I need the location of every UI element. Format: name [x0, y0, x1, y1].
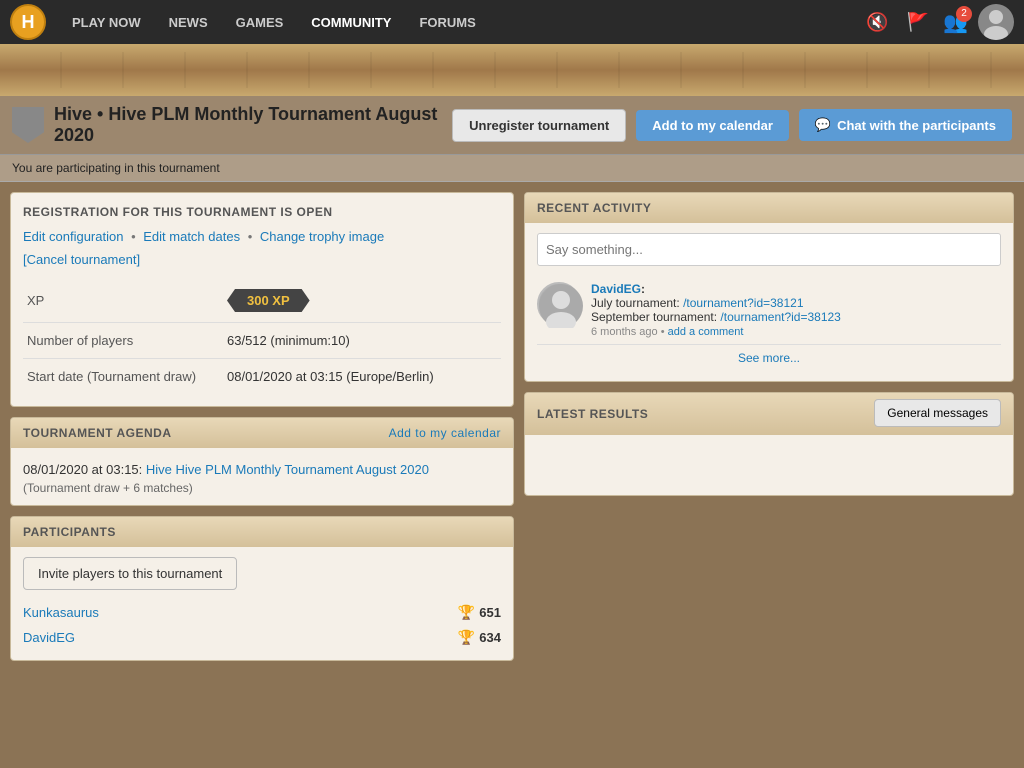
recent-activity-panel: RECENT ACTIVITY DavidEG: — [524, 192, 1014, 382]
activity-line1-text: July tournament: — [591, 296, 680, 310]
nav-forums[interactable]: FORUMS — [405, 0, 489, 44]
separator-dot-1: • — [131, 229, 139, 244]
activity-separator: • — [661, 326, 665, 338]
activity-tournament-link-1[interactable]: /tournament?id=38121 — [683, 296, 803, 310]
participants-body: Invite players to this tournament Kunkas… — [11, 547, 513, 660]
badge-count: 2 — [956, 6, 972, 22]
activity-time: 6 months ago — [591, 326, 658, 338]
xp-value-davideg: 634 — [479, 630, 501, 645]
nav-games[interactable]: GAMES — [222, 0, 298, 44]
chat-participants-button[interactable]: 💬 Chat with the participants — [799, 109, 1012, 141]
edit-configuration-link[interactable]: Edit configuration — [23, 229, 123, 244]
notifications-badge[interactable]: 👥 2 — [943, 10, 968, 35]
chat-icon: 💬 — [815, 117, 831, 133]
xp-badge: 300 XP — [227, 289, 310, 312]
xp-trophy-icon-1: 🏆 — [458, 604, 475, 621]
participant-davideg[interactable]: DavidEG — [23, 630, 75, 645]
main-content: REGISTRATION FOR THIS TOURNAMENT IS OPEN… — [0, 182, 1024, 671]
recent-activity-title: RECENT ACTIVITY — [537, 201, 651, 215]
agenda-event: 08/01/2020 at 03:15: Hive Hive PLM Month… — [23, 458, 501, 481]
agenda-body: 08/01/2020 at 03:15: Hive Hive PLM Month… — [11, 448, 513, 505]
change-trophy-link[interactable]: Change trophy image — [260, 229, 384, 244]
invite-players-button[interactable]: Invite players to this tournament — [23, 557, 237, 590]
agenda-panel: TOURNAMENT AGENDA Add to my calendar 08/… — [10, 417, 514, 506]
xp-label: XP — [23, 279, 223, 323]
edit-match-dates-link[interactable]: Edit match dates — [143, 229, 240, 244]
nav-community[interactable]: COMMUNITY — [297, 0, 405, 44]
activity-text-block: DavidEG: July tournament: /tournament?id… — [591, 282, 1001, 338]
participants-list: Kunkasaurus 🏆 651 DavidEG 🏆 634 — [23, 600, 501, 650]
add-comment-link[interactable]: add a comment — [668, 326, 744, 338]
xp-value-kunkasaurus: 651 — [479, 605, 501, 620]
left-column: REGISTRATION FOR THIS TOURNAMENT IS OPEN… — [10, 192, 514, 661]
xp-row: XP 300 XP — [23, 279, 501, 323]
right-column: RECENT ACTIVITY DavidEG: — [524, 192, 1014, 661]
activity-user-avatar — [537, 282, 581, 326]
see-more-link[interactable]: See more... — [537, 344, 1001, 371]
activity-line2-text: September tournament: — [591, 310, 717, 324]
recent-activity-body: DavidEG: July tournament: /tournament?id… — [525, 223, 1013, 381]
tournament-info-table: XP 300 XP Number of players 63/512 (mini… — [23, 279, 501, 394]
participant-xp-davideg: 🏆 634 — [458, 629, 501, 646]
activity-tournament-link-2[interactable]: /tournament?id=38123 — [720, 310, 840, 324]
recent-activity-header: RECENT ACTIVITY — [525, 193, 1013, 223]
agenda-event-sub: (Tournament draw + 6 matches) — [23, 481, 501, 495]
say-something-input[interactable] — [537, 233, 1001, 266]
start-date-row: Start date (Tournament draw) 08/01/2020 … — [23, 359, 501, 395]
general-messages-button[interactable]: General messages — [874, 399, 1001, 427]
agenda-event-time: 08/01/2020 at 03:15: — [23, 462, 142, 477]
svg-text:H: H — [22, 12, 35, 32]
activity-username: DavidEG: — [591, 282, 645, 296]
nav-play-now[interactable]: PLAY NOW — [58, 0, 155, 44]
participation-status: You are participating in this tournament — [0, 155, 1024, 182]
agenda-add-calendar-link[interactable]: Add to my calendar — [389, 426, 501, 440]
latest-results-body — [525, 435, 1013, 495]
latest-results-panel: LATEST RESULTS General messages — [524, 392, 1014, 496]
mute-button[interactable]: 🔇 — [862, 8, 892, 37]
participants-panel: PARTICIPANTS Invite players to this tour… — [10, 516, 514, 661]
participant-row: Kunkasaurus 🏆 651 — [23, 600, 501, 625]
tournament-shield-icon — [12, 107, 44, 143]
start-date-value: 08/01/2020 at 03:15 (Europe/Berlin) — [223, 359, 501, 395]
activity-item: DavidEG: July tournament: /tournament?id… — [537, 276, 1001, 344]
participant-kunkasaurus[interactable]: Kunkasaurus — [23, 605, 99, 620]
add-calendar-header-button[interactable]: Add to my calendar — [636, 110, 789, 141]
tournament-header: Hive • Hive PLM Monthly Tournament Augus… — [0, 96, 1024, 155]
start-date-label: Start date (Tournament draw) — [23, 359, 223, 395]
players-label: Number of players — [23, 323, 223, 359]
unregister-button[interactable]: Unregister tournament — [452, 109, 626, 142]
separator-dot-2: • — [248, 229, 256, 244]
latest-results-header: LATEST RESULTS General messages — [525, 393, 1013, 435]
registration-panel: REGISTRATION FOR THIS TOURNAMENT IS OPEN… — [10, 192, 514, 407]
players-value: 63/512 (minimum:10) — [223, 323, 501, 359]
participants-header: PARTICIPANTS — [11, 517, 513, 547]
players-row: Number of players 63/512 (minimum:10) — [23, 323, 501, 359]
participant-row: DavidEG 🏆 634 — [23, 625, 501, 650]
agenda-event-link[interactable]: Hive Hive PLM Monthly Tournament August … — [146, 462, 429, 477]
site-logo[interactable]: H — [10, 4, 46, 40]
xp-trophy-icon-2: 🏆 — [458, 629, 475, 646]
cancel-tournament-link[interactable]: [Cancel tournament] — [23, 252, 501, 267]
wood-divider — [0, 44, 1024, 96]
registration-title: REGISTRATION FOR THIS TOURNAMENT IS OPEN — [23, 205, 501, 219]
edit-links-row: Edit configuration • Edit match dates • … — [23, 229, 501, 244]
agenda-title: TOURNAMENT AGENDA — [23, 426, 172, 440]
nav-news[interactable]: NEWS — [155, 0, 222, 44]
top-navigation: H PLAY NOW NEWS GAMES COMMUNITY FORUMS 🔇… — [0, 0, 1024, 44]
participant-xp-kunkasaurus: 🏆 651 — [458, 604, 501, 621]
activity-user-link[interactable]: DavidEG — [591, 282, 641, 296]
user-avatar[interactable] — [978, 4, 1014, 40]
participants-title: PARTICIPANTS — [23, 525, 116, 539]
activity-meta: 6 months ago • add a comment — [591, 326, 1001, 338]
flag-button[interactable]: 🚩 — [903, 8, 933, 37]
latest-results-title: LATEST RESULTS — [537, 407, 648, 421]
tournament-title: Hive • Hive PLM Monthly Tournament Augus… — [54, 104, 442, 146]
agenda-header: TOURNAMENT AGENDA Add to my calendar — [11, 418, 513, 448]
